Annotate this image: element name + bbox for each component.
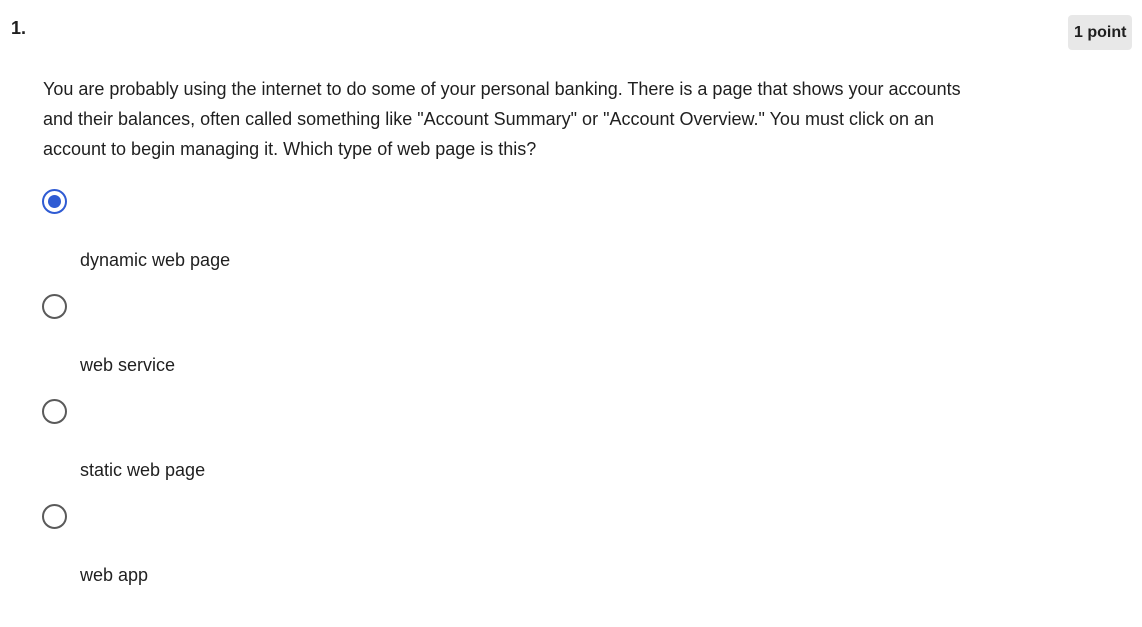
points-badge: 1 point	[1068, 15, 1133, 50]
question-number: 1.	[11, 18, 27, 38]
option-label-web-app[interactable]: web app	[80, 563, 148, 587]
radio-dynamic-web-page[interactable]	[42, 189, 67, 214]
radio-web-service[interactable]	[42, 294, 67, 319]
option-label-static-web-page[interactable]: static web page	[80, 458, 205, 482]
radio-web-app[interactable]	[42, 504, 67, 529]
option-label-dynamic-web-page[interactable]: dynamic web page	[80, 248, 230, 272]
question-prompt: You are probably using the internet to d…	[43, 79, 961, 159]
radio-static-web-page[interactable]	[42, 399, 67, 424]
radio-selected-dot-icon	[48, 195, 61, 208]
option-label-web-service[interactable]: web service	[80, 353, 175, 377]
